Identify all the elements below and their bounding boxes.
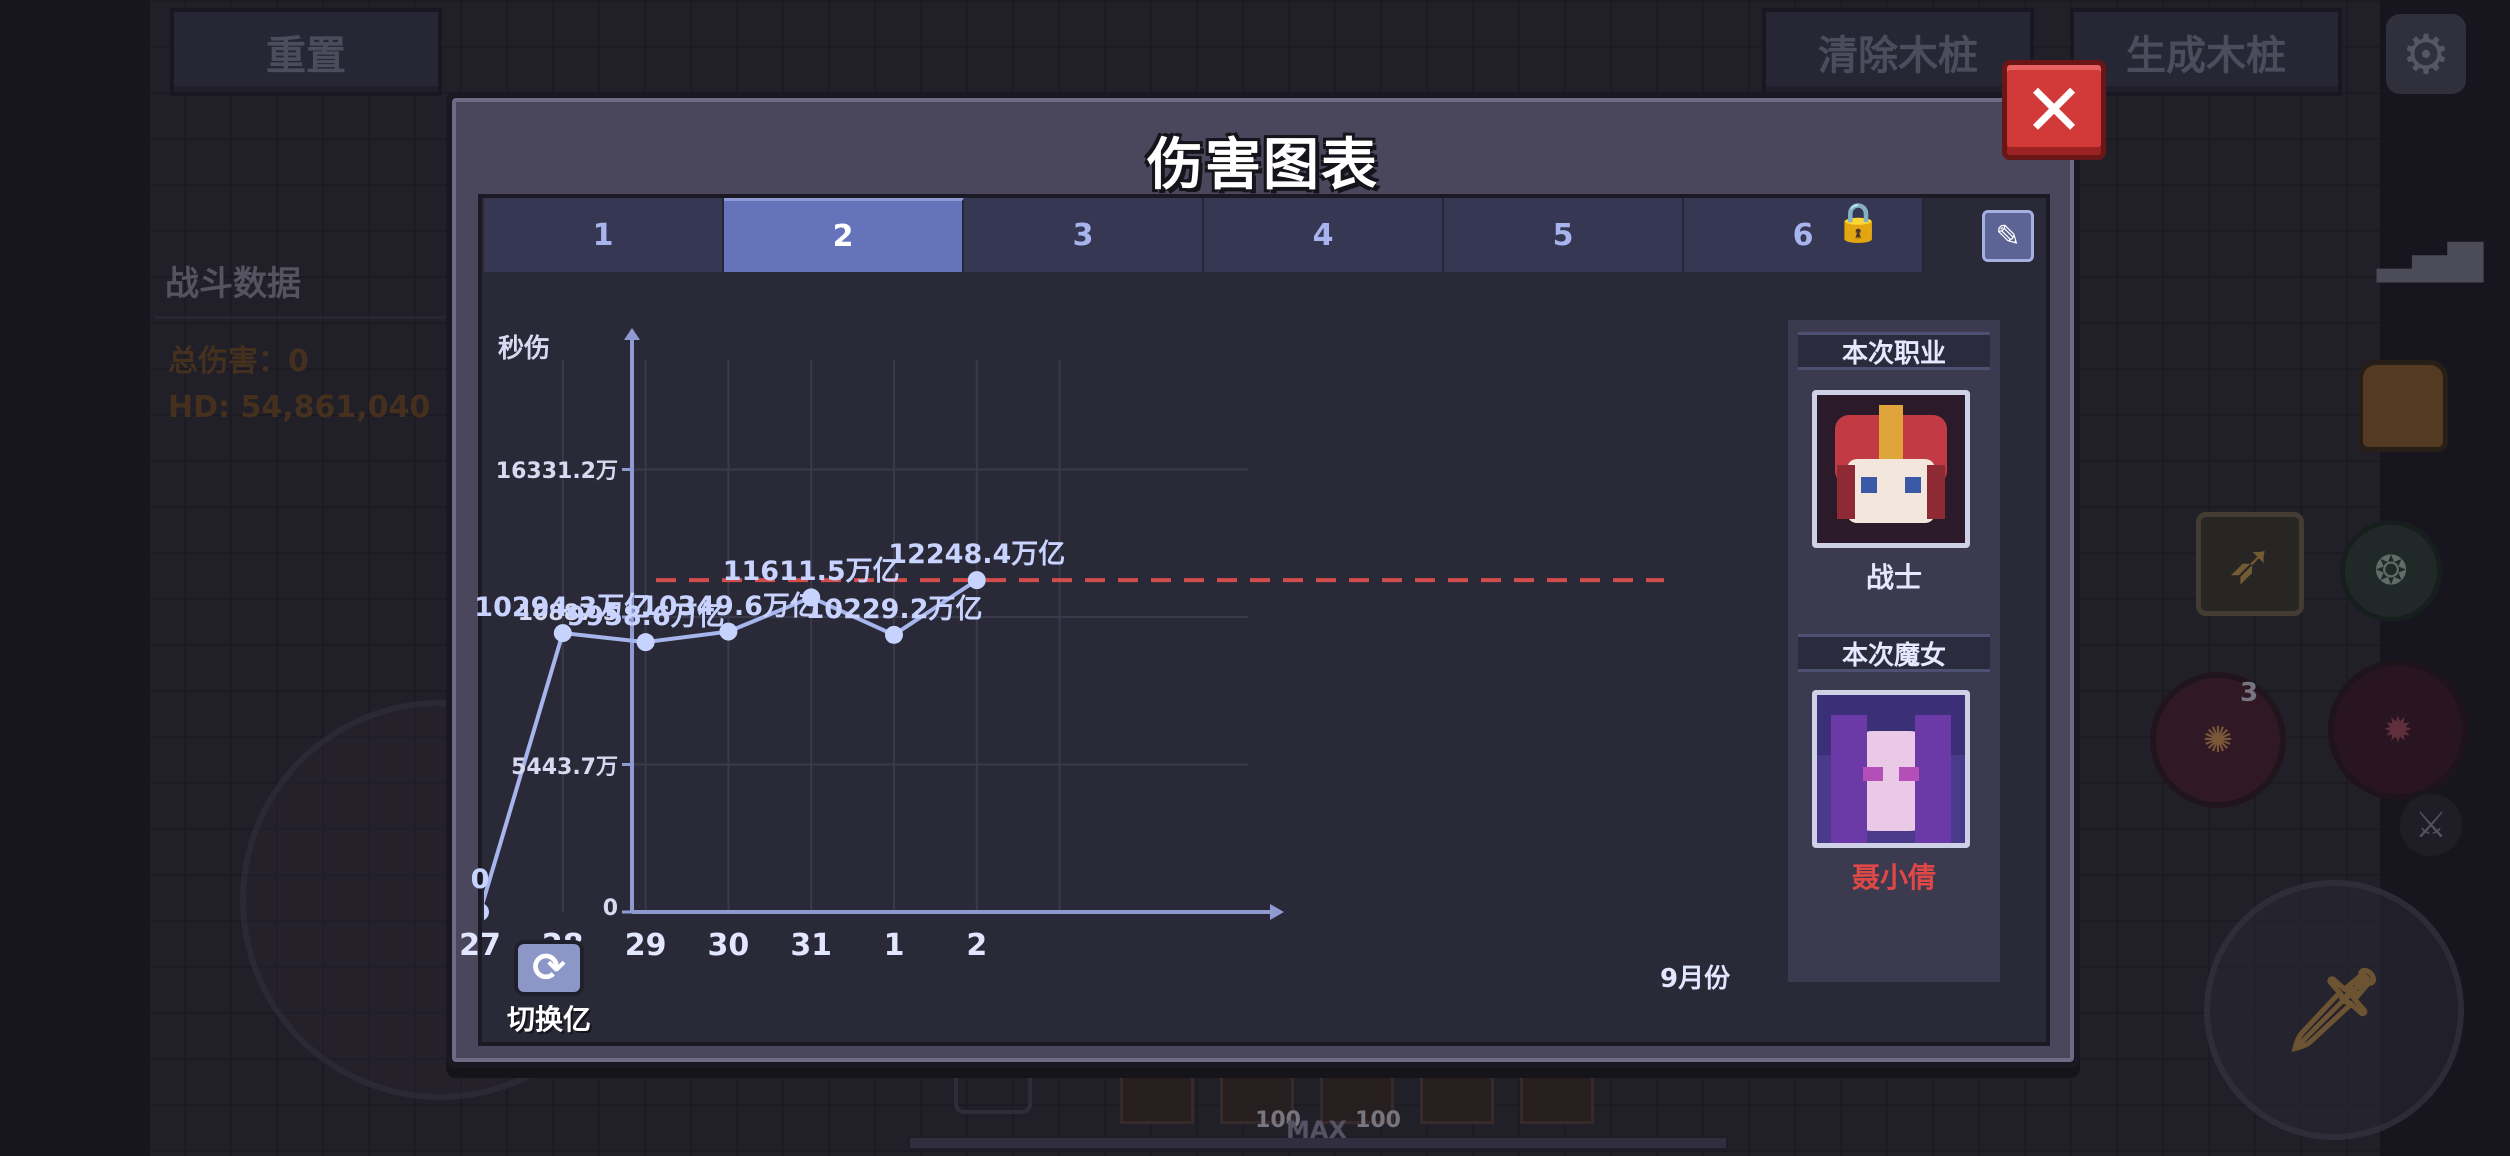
data-label: 11611.5万亿	[722, 556, 900, 588]
x-tick-label: 2	[966, 928, 988, 963]
class-name: 战士	[1865, 561, 1922, 594]
x-tick-label: 30	[707, 928, 750, 963]
witch-name: 聂小倩	[1851, 861, 1936, 894]
tab-2[interactable]: 2	[724, 198, 964, 272]
x-tick-label: 31	[790, 928, 833, 963]
tab-5[interactable]: 5	[1444, 198, 1684, 272]
data-label: 10229.2万亿	[805, 593, 983, 625]
y-tick-label: 16331.2万	[495, 459, 618, 485]
swap-icon: ⟳	[514, 940, 584, 996]
x-tick-label: 29	[624, 928, 667, 963]
data-label: 12248.4万亿	[888, 539, 1066, 571]
y-tick-label: 5443.7万	[511, 754, 618, 780]
x-tick-label: 1	[883, 928, 905, 963]
class-header: 本次职业	[1798, 332, 1990, 370]
data-label: 10349.6万亿	[639, 590, 817, 622]
tab-6[interactable]: 6 🔒	[1684, 198, 1924, 272]
x-axis-arrow	[1270, 904, 1284, 920]
switch-unit-button[interactable]: ⟳ 切换亿	[504, 940, 594, 1040]
data-label: 0	[470, 864, 490, 895]
slot-tabs: 1 2 3 4 5 6 🔒	[484, 198, 1924, 272]
eraser-icon[interactable]: ✎	[1982, 210, 2034, 262]
tab-3[interactable]: 3	[964, 198, 1204, 272]
warrior-portrait	[1812, 390, 1970, 548]
dialog-title: 伤害图表	[1147, 133, 1379, 198]
lock-icon: 🔒	[1834, 200, 1882, 244]
witch-portrait	[1812, 690, 1970, 848]
y-tick-label: 0	[602, 896, 618, 921]
tab-6-label: 6	[1792, 217, 1814, 253]
x-axis-unit: 9月份	[1660, 964, 1731, 994]
tab-1[interactable]: 1	[484, 198, 724, 272]
data-point	[636, 633, 655, 652]
witch-header: 本次魔女	[1798, 634, 1990, 672]
y-axis-arrow	[624, 328, 640, 340]
close-button[interactable]: ✕	[2002, 60, 2106, 160]
switch-unit-label: 切换亿	[506, 1003, 591, 1036]
damage-line-chart	[484, 328, 1664, 921]
tab-4[interactable]: 4	[1204, 198, 1444, 272]
data-point	[885, 625, 903, 644]
